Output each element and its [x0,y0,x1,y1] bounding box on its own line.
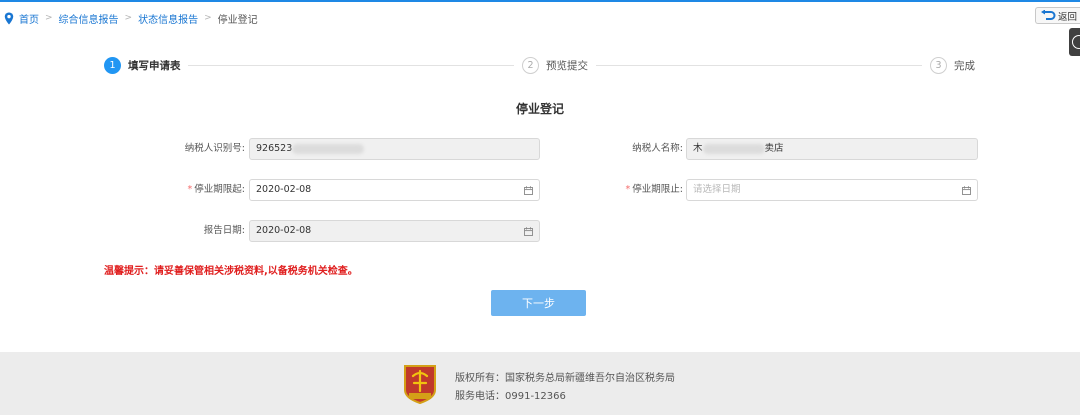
back-arrow-icon [1041,10,1056,20]
step-number: 3 [930,57,947,74]
form-title: 停业登记 [515,102,564,116]
suspension-end-input[interactable] [693,180,893,200]
breadcrumb-current: 停业登记 [217,14,258,26]
progress-steps: 1 填写申请表 2 预览提交 3 完成 [104,57,976,75]
redacted-blur [702,143,765,154]
breadcrumb: 首页 > 综合信息报告 > 状态信息报告 > 停业登记 [4,10,258,26]
step-connector [596,65,922,66]
breadcrumb-status-report-link[interactable]: 状态信息报告 [138,11,198,26]
step-fill-form: 1 填写申请表 [104,57,181,74]
report-date-value: 2020-02-08 [256,225,312,236]
required-marker: * [187,184,193,195]
breadcrumb-separator: > [204,13,212,23]
step-number: 1 [104,57,121,74]
warm-tip-warning: 温馨提示：请妥善保管相关涉税资料,以备税务机关检查。 [104,266,358,277]
report-date-label: 报告日期: [203,225,245,236]
calendar-icon[interactable] [524,186,533,195]
suspension-end-date-picker[interactable] [686,179,978,201]
footer: 版权所有：国家税务总局新疆维吾尔自治区税务局 服务电话：0991-12366 [0,352,1080,415]
step-complete: 3 完成 [930,57,975,74]
breadcrumb-separator: > [124,13,133,23]
taxpayer-name-label: 纳税人名称: [632,143,683,154]
help-icon [1072,35,1080,49]
taxpayer-id-value: 926523 [256,143,293,154]
help-side-tab[interactable] [1069,28,1080,56]
back-button[interactable]: 返回 [1035,7,1080,24]
redacted-blur [292,143,365,154]
suspension-start-date-picker[interactable]: 2020-02-08 [249,179,540,201]
taxpayer-id-label: 纳税人识别号: [184,143,245,154]
location-pin-icon [4,12,14,24]
step-number: 2 [522,57,539,74]
step-label: 预览提交 [546,60,588,72]
breadcrumb-home-link[interactable]: 首页 [19,11,39,26]
suspension-start-value: 2020-02-08 [256,184,312,195]
step-connector [188,65,514,66]
taxpayer-name-field: 木 卖店 [686,138,978,160]
breadcrumb-separator: > [45,13,53,23]
taxpayer-id-field: 926523 [249,138,540,160]
step-label: 完成 [954,60,975,72]
required-marker: * [625,184,631,195]
taxpayer-name-suffix: 卖店 [764,143,784,154]
back-button-label: 返回 [1058,11,1078,23]
calendar-icon[interactable] [962,186,971,195]
suspension-start-label-text: 停业期限起: [194,184,245,195]
breadcrumb-comprehensive-report-link[interactable]: 综合信息报告 [59,11,119,26]
tax-emblem-icon [404,365,436,404]
taxpayer-name-prefix: 木 [693,143,703,154]
next-step-button[interactable]: 下一步 [491,290,586,316]
report-date-field: 2020-02-08 [249,220,540,242]
suspension-end-label: * 停业期限止: [580,179,683,201]
footer-copyright: 版权所有：国家税务总局新疆维吾尔自治区税务局 [455,373,675,384]
step-label: 填写申请表 [128,60,181,72]
top-accent-line [0,0,1080,2]
footer-phone: 服务电话：0991-12366 [455,391,566,402]
suspension-start-label: * 停业期限起: [140,179,245,201]
step-preview-submit: 2 预览提交 [522,57,588,74]
suspension-end-label-text: 停业期限止: [632,184,683,195]
calendar-icon [524,227,533,236]
